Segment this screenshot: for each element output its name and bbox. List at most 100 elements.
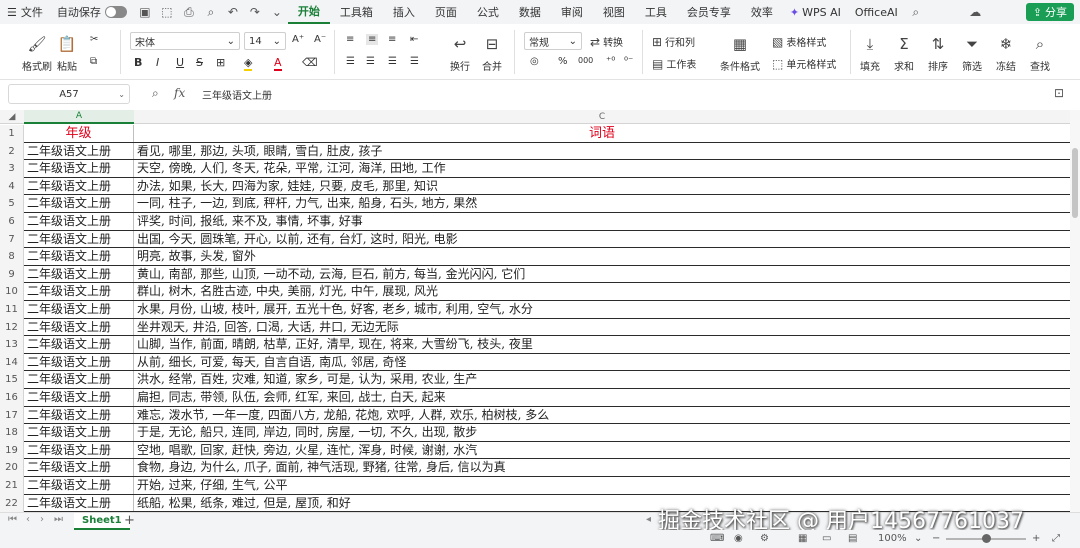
cell-grade[interactable]: 二年级语文上册 <box>24 248 134 266</box>
sheet-tab-sheet1[interactable]: Sheet1 <box>74 513 130 530</box>
next-sheet-icon[interactable]: › <box>40 514 44 525</box>
row-header[interactable]: 4 <box>0 177 24 196</box>
cell-grade[interactable]: 二年级语文上册 <box>24 424 134 442</box>
row-header[interactable]: 10 <box>0 283 24 301</box>
row-header[interactable]: 21 <box>0 477 24 495</box>
copy-icon[interactable]: ⧉ <box>90 56 97 67</box>
font-color-button[interactable]: A <box>274 56 282 71</box>
cell-grade[interactable]: 二年级语文上册 <box>24 406 134 425</box>
cell-words[interactable]: 看见, 哪里, 那边, 头项, 眼睛, 雪白, 肚皮, 孩子 <box>134 143 1070 161</box>
cell-words[interactable]: 群山, 树木, 名胜古迹, 中央, 美丽, 灯光, 中午, 展现, 风光 <box>134 283 1070 301</box>
formula-input[interactable]: 三年级语文上册 <box>202 87 272 102</box>
tab-data[interactable]: 数据 <box>509 0 551 24</box>
row-header[interactable]: 14 <box>0 353 24 372</box>
cell-words[interactable]: 洪水, 经常, 百姓, 灾难, 知道, 家乡, 可是, 认为, 采用, 农业, … <box>134 371 1070 389</box>
cell-grade[interactable]: 二年级语文上册 <box>24 142 134 161</box>
vertical-scrollbar[interactable] <box>1070 110 1080 512</box>
cell-grade[interactable]: 二年级语文上册 <box>24 230 134 249</box>
tab-page[interactable]: 页面 <box>425 0 467 24</box>
undo-icon[interactable]: ↶ <box>224 3 242 21</box>
italic-button[interactable]: I <box>156 56 159 69</box>
cell-words[interactable]: 出国, 今天, 圆珠笔, 开心, 以前, 还有, 台灯, 这时, 阳光, 电影 <box>134 231 1070 249</box>
cell-words[interactable]: 水果, 月份, 山坡, 枝叶, 展开, 五光十色, 好客, 老乡, 城市, 利用… <box>134 301 1070 319</box>
decimal-increase-icon[interactable]: ⁺⁰ <box>606 56 615 67</box>
cell-grade[interactable]: 二年级语文上册 <box>24 441 134 460</box>
view-mode-icon[interactable]: ⚙ <box>760 533 769 544</box>
row-header[interactable]: 13 <box>0 336 24 354</box>
wrap-text-button[interactable]: ↩ 换行 <box>450 34 470 73</box>
font-size-select[interactable]: 14 ⌄ <box>244 32 286 50</box>
header-cell-words[interactable]: 词语 <box>134 125 1070 143</box>
cell-grade[interactable]: 二年级语文上册 <box>24 195 134 213</box>
tab-insert[interactable]: 插入 <box>383 0 425 24</box>
cloud-icon[interactable]: ☁ <box>966 3 984 21</box>
cell-grade[interactable]: 二年级语文上册 <box>24 371 134 389</box>
row-header[interactable]: 11 <box>0 301 24 319</box>
spell-check-icon[interactable]: ⌨ <box>710 533 724 544</box>
cell-words[interactable]: 从前, 细长, 可爱, 每天, 自言自语, 南瓜, 邻居, 奇怪 <box>134 354 1070 372</box>
worksheet-button[interactable]: ▤ 工作表 <box>652 56 696 72</box>
header-cell-grade[interactable]: 年级 <box>24 125 134 143</box>
search-icon[interactable]: ⌕ <box>907 3 925 21</box>
cell-grade[interactable]: 二年级语文上册 <box>24 389 134 407</box>
print-icon[interactable]: ⎙ <box>180 3 198 21</box>
export-icon[interactable]: ⬚ <box>158 3 176 21</box>
tab-tools[interactable]: 工具 <box>635 0 677 24</box>
paste-button[interactable]: 📋 粘贴 <box>57 34 77 73</box>
tab-efficiency[interactable]: 效率 <box>741 0 783 24</box>
border-icon[interactable]: ⊞ <box>216 56 225 69</box>
fill-button[interactable]: ⤓ 填充 <box>860 34 880 73</box>
strikethrough-button[interactable]: S <box>196 56 203 69</box>
align-right-icon[interactable]: ☰ <box>388 56 397 67</box>
cell-grade[interactable]: 二年级语文上册 <box>24 459 134 477</box>
cell-grade[interactable]: 二年级语文上册 <box>24 177 134 196</box>
cell-grade[interactable]: 二年级语文上册 <box>24 265 134 284</box>
share-button[interactable]: ⇪ 分享 <box>1025 3 1074 21</box>
cell-words[interactable]: 难忘, 泼水节, 一年一度, 四面八方, 龙船, 花炮, 欢呼, 人群, 欢乐,… <box>134 407 1070 425</box>
indent-icon[interactable]: ⇤ <box>410 34 418 45</box>
select-all-corner[interactable]: ◢ <box>0 110 24 124</box>
cell-grade[interactable]: 二年级语文上册 <box>24 213 134 231</box>
bold-button[interactable]: B <box>134 56 142 69</box>
cell-grade[interactable]: 二年级语文上册 <box>24 301 134 319</box>
tab-formula[interactable]: 公式 <box>467 0 509 24</box>
zoom-slider-knob[interactable] <box>982 534 991 543</box>
add-sheet-button[interactable]: + <box>124 513 135 528</box>
row-header[interactable]: 3 <box>0 160 24 178</box>
tab-view[interactable]: 视图 <box>593 0 635 24</box>
row-header[interactable]: 19 <box>0 441 24 460</box>
convert-button[interactable]: ⇄ 转换 <box>590 34 623 50</box>
cut-icon[interactable]: ✂ <box>90 34 98 45</box>
cell-words[interactable]: 黄山, 南部, 那些, 山顶, 一动不动, 云海, 巨石, 前方, 每当, 金光… <box>134 266 1070 284</box>
eraser-icon[interactable]: ⌫ <box>302 56 318 69</box>
cell-grade[interactable]: 二年级语文上册 <box>24 477 134 495</box>
cell-words[interactable]: 办法, 如果, 长大, 四海为家, 娃娃, 只要, 皮毛, 那里, 知识 <box>134 178 1070 196</box>
cell-grade[interactable]: 二年级语文上册 <box>24 318 134 337</box>
row-header[interactable]: 9 <box>0 265 24 284</box>
font-shrink-icon[interactable]: A⁻ <box>314 34 326 45</box>
row-header[interactable]: 2 <box>0 142 24 161</box>
row-header[interactable]: 8 <box>0 248 24 266</box>
cell-words[interactable]: 一同, 柱子, 一边, 到底, 秤杆, 力气, 出来, 船身, 石头, 地方, … <box>134 195 1070 213</box>
normal-view-icon[interactable]: ▦ <box>798 533 807 544</box>
save-icon[interactable]: ▣ <box>136 3 154 21</box>
autosave-toggle[interactable]: 自动保存 <box>50 0 134 24</box>
redo-icon[interactable]: ↷ <box>246 3 264 21</box>
function-button[interactable]: fx <box>174 86 185 100</box>
sum-button[interactable]: Σ 求和 <box>894 34 914 73</box>
cell-words[interactable]: 扁担, 同志, 带领, 队伍, 会师, 红军, 来回, 战士, 白天, 起来 <box>134 389 1070 407</box>
find-button[interactable]: ⌕ 查找 <box>1030 34 1050 73</box>
cell-words[interactable]: 山脚, 当作, 前面, 晴朗, 枯草, 正好, 清早, 现在, 将来, 大雪纷飞… <box>134 336 1070 354</box>
scrollbar-thumb[interactable] <box>1072 148 1078 218</box>
cell-grade[interactable]: 二年级语文上册 <box>24 494 134 512</box>
zoom-out-icon[interactable]: − <box>932 533 940 544</box>
cell-words[interactable]: 于是, 无论, 船只, 连同, 岸边, 同时, 房屋, 一切, 不久, 出现, … <box>134 424 1070 442</box>
format-painter-button[interactable]: 🖌 格式刷 <box>22 34 52 73</box>
align-center-icon[interactable]: ☰ <box>366 56 375 67</box>
row-header[interactable]: 1 <box>0 125 24 143</box>
page-break-icon[interactable]: ▤ <box>848 533 857 544</box>
cell-words[interactable]: 明亮, 故事, 头发, 窗外 <box>134 248 1070 266</box>
number-format-select[interactable]: 常规 ⌄ <box>524 32 582 50</box>
thousands-button[interactable]: 000 <box>578 56 593 65</box>
merge-button[interactable]: ⊟ 合并 <box>482 34 502 73</box>
